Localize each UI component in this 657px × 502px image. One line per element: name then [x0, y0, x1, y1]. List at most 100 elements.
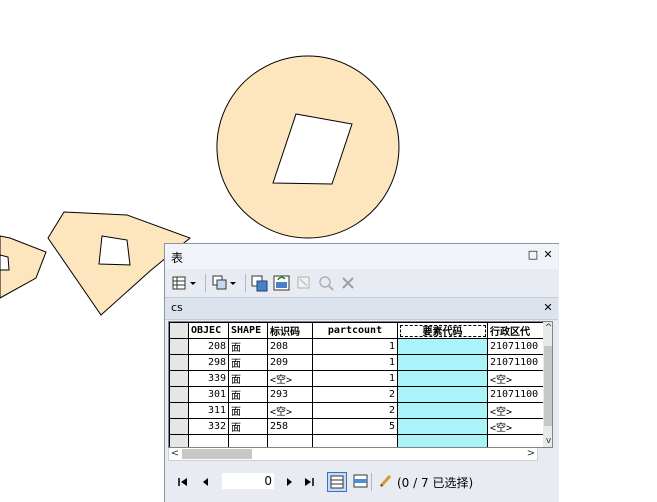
table-row[interactable]: 339 面 <空> 1 <空> [169, 370, 548, 387]
horizontal-scrollbar[interactable]: < > [168, 448, 538, 461]
close-window-button[interactable]: ✕ [542, 249, 554, 261]
table-cell[interactable]: 面 [228, 354, 268, 371]
table-tab[interactable]: cs ✕ [165, 297, 558, 320]
scroll-right-icon[interactable]: > [525, 448, 537, 460]
close-tab-button[interactable]: ✕ [542, 302, 554, 314]
row-selector-header[interactable] [169, 322, 189, 339]
table-cell[interactable] [397, 354, 488, 371]
last-record-icon[interactable] [303, 475, 315, 489]
table-cell[interactable]: 1 [312, 354, 398, 371]
table-cell[interactable]: <空> [487, 418, 548, 435]
table-cell[interactable]: 208 [188, 338, 229, 355]
table-cell[interactable] [397, 386, 488, 403]
table-cell[interactable]: 2 [312, 386, 398, 403]
header-row: OBJEC SHAPE 标识码 partcount 要素代码 行政区代 [169, 322, 548, 339]
table-cell[interactable]: 293 [267, 386, 313, 403]
table-row[interactable]: 208 面 208 1 21071100 [169, 338, 548, 355]
table-cell[interactable] [397, 434, 488, 447]
row-selector[interactable] [169, 386, 189, 403]
table-options-dropdown[interactable] [171, 274, 199, 292]
previous-record-icon[interactable] [201, 475, 211, 489]
table-cell[interactable] [397, 418, 488, 435]
table-cell[interactable] [228, 434, 268, 447]
table-cell[interactable]: 5 [312, 418, 398, 435]
first-record-icon[interactable] [177, 475, 189, 489]
table-cell[interactable]: 面 [228, 370, 268, 387]
delete-selected-button[interactable] [339, 274, 357, 292]
horizontal-scroll-thumb[interactable] [182, 449, 252, 459]
vertical-scroll-thumb[interactable] [544, 346, 552, 426]
table-cell[interactable]: 311 [188, 402, 229, 419]
column-header[interactable]: OBJEC [188, 322, 229, 339]
zoom-to-selected-icon [319, 276, 334, 291]
scroll-left-icon[interactable]: < [169, 448, 181, 460]
switch-selection-button[interactable] [273, 274, 291, 292]
table-cell[interactable] [312, 434, 398, 447]
column-header[interactable]: 行政区代 [487, 322, 548, 339]
table-cell[interactable]: 1 [312, 370, 398, 387]
table-cell[interactable] [397, 402, 488, 419]
table-cell[interactable]: 面 [228, 402, 268, 419]
restore-button[interactable]: □ [527, 249, 539, 261]
table-cell[interactable] [188, 434, 229, 447]
show-all-records-button[interactable] [327, 472, 347, 492]
scroll-down-icon[interactable]: v [543, 435, 552, 447]
table-cell[interactable] [397, 338, 488, 355]
empty-row[interactable] [169, 434, 548, 447]
attribute-table[interactable]: OBJEC SHAPE 标识码 partcount 要素代码 行政区代 208 面… [168, 321, 553, 448]
table-row[interactable]: 311 面 <空> 2 <空> [169, 402, 548, 419]
show-selected-records-button[interactable] [351, 472, 371, 492]
table-cell[interactable]: 208 [267, 338, 313, 355]
column-header-selected[interactable]: 要素代码 [397, 322, 488, 339]
vertical-scrollbar[interactable]: ^ v [543, 322, 552, 447]
table-cell[interactable]: 209 [267, 354, 313, 371]
column-header[interactable]: 标识码 [267, 322, 313, 339]
table-cell[interactable]: 面 [228, 338, 268, 355]
toolbar-separator [371, 473, 372, 491]
toolbar-separator [205, 274, 206, 292]
table-cell[interactable]: 2 [312, 402, 398, 419]
table-cell[interactable]: 面 [228, 386, 268, 403]
attribute-grid[interactable]: OBJEC SHAPE 标识码 partcount 要素代码 行政区代 208 面… [169, 322, 548, 447]
row-selector[interactable] [169, 338, 189, 355]
table-cell[interactable]: <空> [487, 370, 548, 387]
table-cell[interactable] [397, 370, 488, 387]
table-cell[interactable]: 301 [188, 386, 229, 403]
table-cell[interactable]: <空> [267, 402, 313, 419]
table-row[interactable]: 332 面 258 5 <空> [169, 418, 548, 435]
next-record-icon[interactable] [284, 475, 294, 489]
table-cell[interactable] [487, 434, 548, 447]
table-cell[interactable]: 21071100 [487, 354, 548, 371]
zoom-to-selected-button[interactable] [317, 274, 335, 292]
row-selector[interactable] [169, 434, 189, 447]
table-toolbar [165, 271, 558, 295]
table-row[interactable]: 301 面 293 2 21071100 [169, 386, 548, 403]
window-titlebar[interactable]: 表 □ ✕ [165, 244, 558, 269]
table-cell[interactable]: 339 [188, 370, 229, 387]
clear-selection-button[interactable] [295, 274, 313, 292]
related-tables-dropdown[interactable] [211, 274, 239, 292]
table-cell[interactable]: 面 [228, 418, 268, 435]
column-header[interactable]: SHAPE [228, 322, 268, 339]
polygon-left-partial[interactable] [0, 235, 47, 299]
select-by-attributes-button[interactable] [251, 274, 269, 292]
row-selector[interactable] [169, 370, 189, 387]
current-record-field[interactable]: 0 [222, 473, 274, 489]
table-cell[interactable]: 332 [188, 418, 229, 435]
table-cell[interactable]: 258 [267, 418, 313, 435]
table-cell[interactable]: 21071100 [487, 386, 548, 403]
row-selector[interactable] [169, 402, 189, 419]
polygon-circle[interactable] [216, 55, 400, 239]
table-cell[interactable]: 21071100 [487, 338, 548, 355]
column-header[interactable]: partcount [312, 322, 398, 339]
table-cell[interactable]: 1 [312, 338, 398, 355]
row-selector[interactable] [169, 418, 189, 435]
clear-selection-icon [297, 276, 310, 289]
table-row[interactable]: 298 面 209 1 21071100 [169, 354, 548, 371]
table-cell[interactable]: <空> [267, 370, 313, 387]
table-cell[interactable]: 298 [188, 354, 229, 371]
table-cell[interactable]: <空> [487, 402, 548, 419]
row-selector[interactable] [169, 354, 189, 371]
table-cell[interactable] [267, 434, 313, 447]
scroll-up-icon[interactable]: ^ [543, 322, 552, 334]
